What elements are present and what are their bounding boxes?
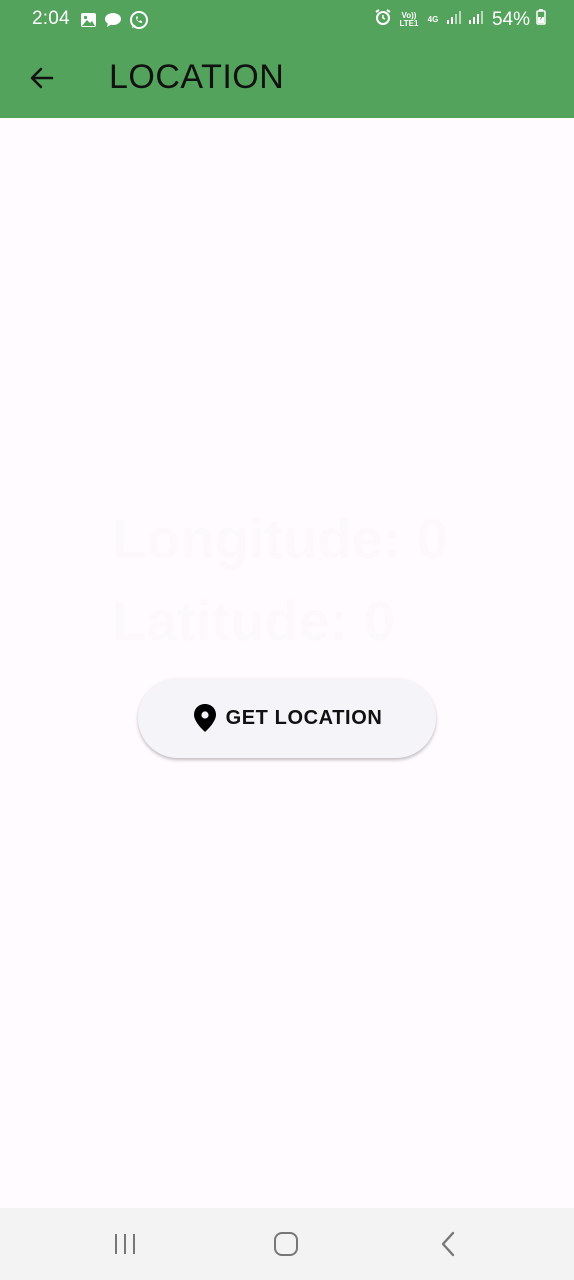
image-icon — [80, 12, 97, 33]
recents-button[interactable] — [105, 1226, 145, 1262]
volte-indicator: Vo)) LTE1 — [399, 10, 419, 28]
longitude-value: 0 — [416, 507, 448, 570]
status-bar: 2:04 Vo)) LTE1 4G 54% — [0, 0, 574, 38]
back-button[interactable] — [22, 58, 62, 98]
get-location-button[interactable]: GET LOCATION — [138, 678, 436, 758]
status-time: 2:04 — [32, 8, 70, 29]
home-button[interactable] — [266, 1226, 306, 1262]
latitude-text: Latitude: 0 — [112, 588, 395, 653]
back-icon — [441, 1231, 455, 1257]
navigation-bar — [0, 1208, 574, 1280]
app-bar: LOCATION — [0, 38, 574, 118]
signal-icon — [468, 9, 484, 30]
notification-icons — [80, 10, 149, 35]
main-content: Longitude: 0 Latitude: 0 GET LOCATION — [0, 118, 574, 1208]
message-icon — [104, 12, 122, 33]
home-icon — [274, 1232, 298, 1256]
battery-percent: 54% — [491, 8, 530, 30]
longitude-text: Longitude: 0 — [112, 506, 448, 571]
location-pin-icon — [193, 704, 216, 732]
longitude-label: Longitude: — [112, 507, 402, 570]
page-title: LOCATION — [109, 58, 285, 96]
recents-icon — [115, 1234, 135, 1254]
whatsapp-icon — [129, 10, 149, 35]
status-right-cluster: Vo)) LTE1 4G 54% — [374, 8, 546, 31]
alarm-icon — [374, 8, 392, 31]
arrow-left-icon — [30, 67, 54, 89]
latitude-value: 0 — [363, 589, 396, 652]
network-4g-indicator: 4G — [427, 14, 439, 24]
nav-back-button[interactable] — [428, 1226, 468, 1262]
signal-icon — [446, 9, 462, 30]
get-location-label: GET LOCATION — [225, 706, 383, 729]
battery-icon — [536, 9, 546, 30]
latitude-label: Latitude: — [112, 589, 349, 652]
